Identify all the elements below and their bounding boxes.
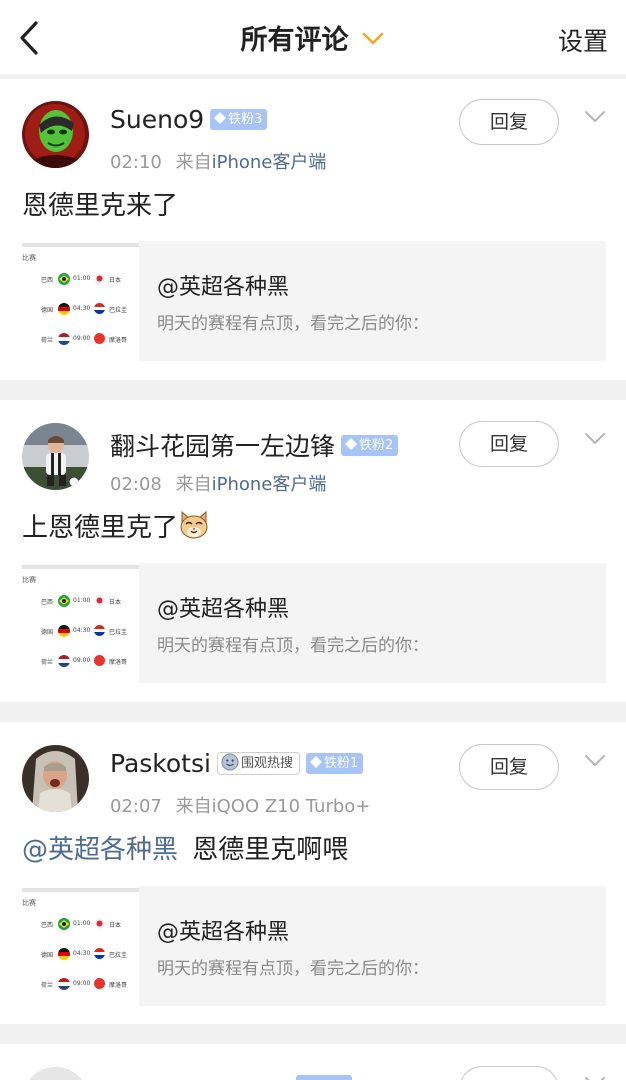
shared-post-summary: 明天的赛程有点顶，看完之后的你： (157, 959, 429, 979)
comment-text: 恩德里克来了 (22, 185, 178, 222)
comment-time: 02:07 (110, 796, 162, 817)
reply-button[interactable]: 回复 (459, 421, 559, 467)
fan-badge-label: 铁粉3 (228, 112, 263, 127)
comment-meta: 02:07 来自iQOO Z10 Turbo+ (110, 792, 370, 818)
username[interactable]: Paskotsi (110, 749, 211, 778)
thumb-match-row: 荷兰 09:00 摩洛哥 (41, 655, 128, 667)
fan-badge-label: 铁粉2 (359, 437, 394, 453)
comment-header: 翻斗花园第一左边锋 铁粉2 (110, 427, 399, 463)
shared-post-card[interactable]: 比赛 巴西 01:00 日本 德国 04:30 巴拉圭 荷兰 09:00 摩洛哥… (22, 886, 606, 1006)
thumb-tag: 比赛 (22, 899, 36, 907)
thumb-match-row: 巴西 01:00 日本 (41, 595, 122, 607)
chevron-down-icon[interactable] (583, 753, 607, 769)
device-name[interactable]: iPhone客户端 (212, 152, 327, 173)
shared-post-thumbnail: 比赛 巴西 01:00 日本 德国 04:30 巴拉圭 荷兰 09:00 摩洛哥 (22, 886, 139, 1006)
comment-item-partial (0, 1044, 626, 1080)
comment-time: 02:08 (110, 474, 162, 495)
diamond-icon (345, 437, 358, 450)
thumb-match-row: 巴西 01:00 日本 (41, 273, 122, 285)
thumb-match-row: 德国 04:30 巴拉圭 (41, 303, 128, 315)
comment-separator (0, 380, 626, 400)
shared-post-author: @英超各种黑 (157, 920, 290, 945)
thumb-match-row: 荷兰 09:00 摩洛哥 (41, 978, 128, 990)
shared-post-card[interactable]: 比赛 巴西 01:00 日本 德国 04:30 巴拉圭 荷兰 09:00 摩洛哥… (22, 241, 606, 361)
avatar[interactable] (22, 1067, 89, 1080)
thumb-tag: 比赛 (22, 254, 36, 262)
username[interactable]: 翻斗花园第一左边锋 (110, 432, 335, 461)
fan-badge[interactable]: 铁粉3 (210, 109, 268, 130)
comment-time: 02:10 (110, 152, 162, 173)
reply-button[interactable]: 回复 (459, 99, 559, 145)
reply-button-partial[interactable] (459, 1066, 559, 1080)
top-nav-bar: 所有评论 设置 (0, 0, 626, 74)
page-title: 所有评论 (240, 25, 349, 56)
source-prefix: 来自 (175, 152, 212, 173)
source-prefix: 来自 (175, 796, 212, 817)
comment-separator (0, 1024, 626, 1044)
comment-text: 上恩德里克了 (22, 507, 210, 544)
hot-search-label: 围观热搜 (240, 756, 293, 771)
source-prefix: 来自 (175, 474, 212, 495)
shared-post-author: @英超各种黑 (157, 275, 290, 300)
comment-meta: 02:10 来自iPhone客户端 (110, 148, 326, 174)
fan-badge[interactable]: 铁粉2 (341, 434, 399, 456)
device-name[interactable]: iQOO Z10 Turbo+ (212, 796, 371, 817)
diamond-icon (214, 112, 227, 124)
comment-body: 恩德里克啊喂 (192, 835, 349, 865)
comment-header: Sueno9 铁粉3 (110, 105, 268, 134)
comment-text: @英超各种黑 恩德里克啊喂 (22, 829, 348, 866)
thumb-match-row: 荷兰 09:00 摩洛哥 (41, 333, 128, 345)
thumb-match-row: 德国 04:30 巴拉圭 (41, 948, 128, 960)
mention-link[interactable]: @英超各种黑 (22, 835, 178, 865)
shared-post-author: @英超各种黑 (157, 597, 290, 622)
comment-body: 恩德里克来了 (22, 191, 179, 221)
shared-post-card[interactable]: 比赛 巴西 01:00 日本 德国 04:30 巴拉圭 荷兰 09:00 摩洛哥… (22, 563, 606, 683)
shared-post-thumbnail: 比赛 巴西 01:00 日本 德国 04:30 巴拉圭 荷兰 09:00 摩洛哥 (22, 563, 139, 683)
avatar[interactable] (22, 745, 89, 812)
avatar[interactable] (22, 423, 89, 490)
comment-separator (0, 702, 626, 722)
chevron-down-icon[interactable] (583, 431, 607, 447)
comment-header: Paskotsi 围观热搜 铁粉1 (110, 749, 364, 778)
fan-badge[interactable] (296, 1075, 352, 1080)
thumb-match-row: 德国 04:30 巴拉圭 (41, 625, 128, 637)
chevron-down-icon (362, 32, 383, 44)
diamond-icon (309, 756, 322, 768)
avatar[interactable] (22, 101, 89, 168)
thumb-match-row: 巴西 01:00 日本 (41, 918, 122, 930)
smiley-face-icon (221, 753, 239, 771)
thumb-tag: 比赛 (22, 576, 36, 584)
comment-meta: 02:08 来自iPhone客户端 (110, 470, 326, 496)
shared-post-summary: 明天的赛程有点顶，看完之后的你： (157, 314, 429, 334)
fan-badge[interactable]: 铁粉1 (305, 753, 364, 774)
username[interactable]: Sueno9 (110, 105, 204, 134)
comment-item: Paskotsi 围观热搜 铁粉1 02:07 来自iQOO Z10 Turbo+ … (0, 722, 626, 1024)
comment-item: Sueno9 铁粉3 02:10 来自iPhone客户端 回复 恩德里克来了 比赛… (0, 79, 626, 380)
device-name[interactable]: iPhone客户端 (212, 474, 327, 495)
shared-post-summary: 明天的赛程有点顶，看完之后的你： (157, 636, 429, 656)
hot-search-badge[interactable]: 围观热搜 (216, 752, 300, 775)
settings-button[interactable]: 设置 (558, 22, 608, 58)
shared-post-thumbnail: 比赛 巴西 01:00 日本 德国 04:30 巴拉圭 荷兰 09:00 摩洛哥 (22, 241, 139, 361)
chevron-down-icon[interactable] (583, 109, 607, 125)
reply-button[interactable]: 回复 (459, 744, 559, 790)
cat-face-emoji-icon (180, 510, 208, 539)
fan-badge-label: 铁粉1 (323, 756, 359, 771)
title-dropdown[interactable]: 所有评论 (0, 18, 626, 57)
comment-body: 上恩德里克了 (22, 513, 179, 543)
comment-item: 翻斗花园第一左边锋 铁粉2 02:08 来自iPhone客户端 回复 上恩德里克了… (0, 400, 626, 702)
chevron-down-icon[interactable] (583, 1075, 607, 1080)
